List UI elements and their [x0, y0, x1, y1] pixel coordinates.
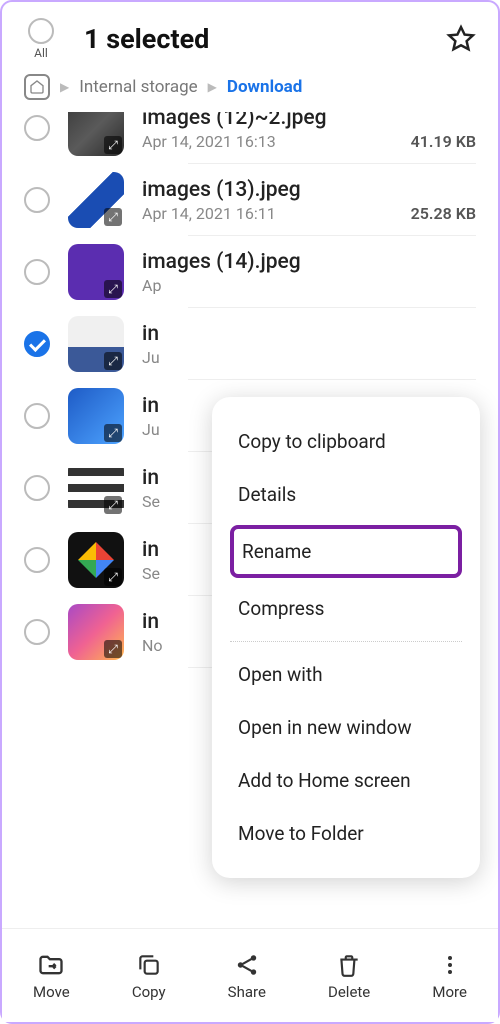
expand-icon: ⤢ [104, 280, 122, 298]
file-meta: images (14).jpeg Ap [142, 250, 476, 295]
expand-icon: ⤢ [104, 496, 122, 514]
file-date: Apr 14, 2021 16:11 [142, 204, 276, 223]
copy-button[interactable]: Copy [132, 951, 166, 1001]
file-checkbox[interactable] [24, 331, 50, 357]
expand-icon: ⤢ [104, 208, 122, 226]
file-date: Ju [142, 348, 160, 367]
more-vertical-icon [436, 951, 464, 979]
copy-icon [135, 951, 163, 979]
breadcrumb-item-internal[interactable]: Internal storage [79, 77, 197, 97]
file-thumbnail[interactable]: ⤢ [68, 460, 124, 516]
file-date: Ju [142, 420, 160, 439]
menu-item-copy-to-clipboard[interactable]: Copy to clipboard [212, 415, 480, 468]
selection-header: All 1 selected [2, 2, 498, 70]
file-size: 41.19 KB [411, 132, 476, 151]
trash-icon [335, 951, 363, 979]
file-checkbox[interactable] [24, 259, 50, 285]
file-name: images (12)~2.jpeg [142, 112, 476, 130]
move-label: Move [33, 983, 70, 1001]
move-icon [37, 951, 65, 979]
file-size: 25.28 KB [411, 204, 476, 223]
file-meta: images (13).jpeg Apr 14, 2021 16:11 25.28 … [142, 178, 476, 223]
favorite-icon[interactable] [446, 24, 476, 54]
share-button[interactable]: Share [228, 951, 266, 1001]
file-date: Se [142, 564, 160, 583]
file-meta: in Ju [142, 322, 476, 367]
file-row[interactable]: ⤢ images (14).jpeg Ap [2, 236, 498, 308]
move-button[interactable]: Move [33, 951, 70, 1001]
expand-icon: ⤢ [104, 424, 122, 442]
select-all-label: All [34, 46, 48, 60]
menu-item-details[interactable]: Details [212, 468, 480, 521]
share-label: Share [228, 983, 266, 1001]
file-checkbox[interactable] [24, 187, 50, 213]
more-button[interactable]: More [432, 951, 467, 1001]
delete-label: Delete [328, 983, 370, 1001]
chevron-right-icon: ▶ [208, 80, 217, 94]
menu-item-move-to-folder[interactable]: Move to Folder [212, 807, 480, 860]
file-date: Se [142, 492, 160, 511]
file-row[interactable]: ⤢ images (13).jpeg Apr 14, 2021 16:11 25.28… [2, 164, 498, 236]
file-thumbnail[interactable]: ⤢ [68, 172, 124, 228]
menu-item-rename[interactable]: Rename [230, 525, 462, 578]
file-thumbnail[interactable]: ⤢ [68, 604, 124, 660]
menu-separator [230, 641, 462, 642]
file-date: Ap [142, 276, 161, 295]
file-checkbox[interactable] [24, 475, 50, 501]
file-checkbox[interactable] [24, 619, 50, 645]
selection-count-title: 1 selected [84, 23, 434, 55]
home-icon[interactable] [24, 74, 50, 100]
expand-icon: ⤢ [104, 568, 122, 586]
file-checkbox[interactable] [24, 115, 50, 141]
expand-icon: ⤢ [104, 640, 122, 658]
file-row[interactable]: ⤢ in Ju [2, 308, 498, 380]
breadcrumb-item-current[interactable]: Download [227, 77, 302, 97]
file-date: Apr 14, 2021 16:13 [142, 132, 276, 151]
menu-item-add-to-home-screen[interactable]: Add to Home screen [212, 754, 480, 807]
file-checkbox[interactable] [24, 403, 50, 429]
file-thumbnail[interactable]: ⤢ [68, 316, 124, 372]
more-label: More [432, 983, 467, 1001]
file-name: in [142, 322, 476, 346]
context-menu: Copy to clipboardDetailsRenameCompress O… [212, 397, 480, 878]
file-thumbnail[interactable]: ⤢ [68, 244, 124, 300]
file-thumbnail[interactable]: ⤢ [68, 532, 124, 588]
breadcrumb: ▶ Internal storage ▶ Download [2, 70, 498, 112]
bottom-action-bar: Move Copy Share Delete More [2, 928, 498, 1022]
file-name: images (13).jpeg [142, 178, 476, 202]
menu-item-open-in-new-window[interactable]: Open in new window [212, 701, 480, 754]
menu-item-open-with[interactable]: Open with [212, 648, 480, 701]
file-date: No [142, 636, 163, 655]
file-meta: images (12)~2.jpeg Apr 14, 2021 16:13 41.1… [142, 112, 476, 151]
file-row[interactable]: ⤢ images (12)~2.jpeg Apr 14, 2021 16:13 41.… [2, 112, 498, 164]
chevron-right-icon: ▶ [60, 80, 69, 94]
delete-button[interactable]: Delete [328, 951, 370, 1001]
copy-label: Copy [132, 983, 166, 1001]
expand-icon: ⤢ [104, 352, 122, 370]
share-icon [233, 951, 261, 979]
file-name: images (14).jpeg [142, 250, 476, 274]
select-all-checkbox[interactable] [28, 18, 54, 44]
file-thumbnail[interactable]: ⤢ [68, 112, 124, 156]
file-thumbnail[interactable]: ⤢ [68, 388, 124, 444]
file-checkbox[interactable] [24, 547, 50, 573]
expand-icon: ⤢ [104, 136, 122, 154]
menu-item-compress[interactable]: Compress [212, 582, 480, 635]
